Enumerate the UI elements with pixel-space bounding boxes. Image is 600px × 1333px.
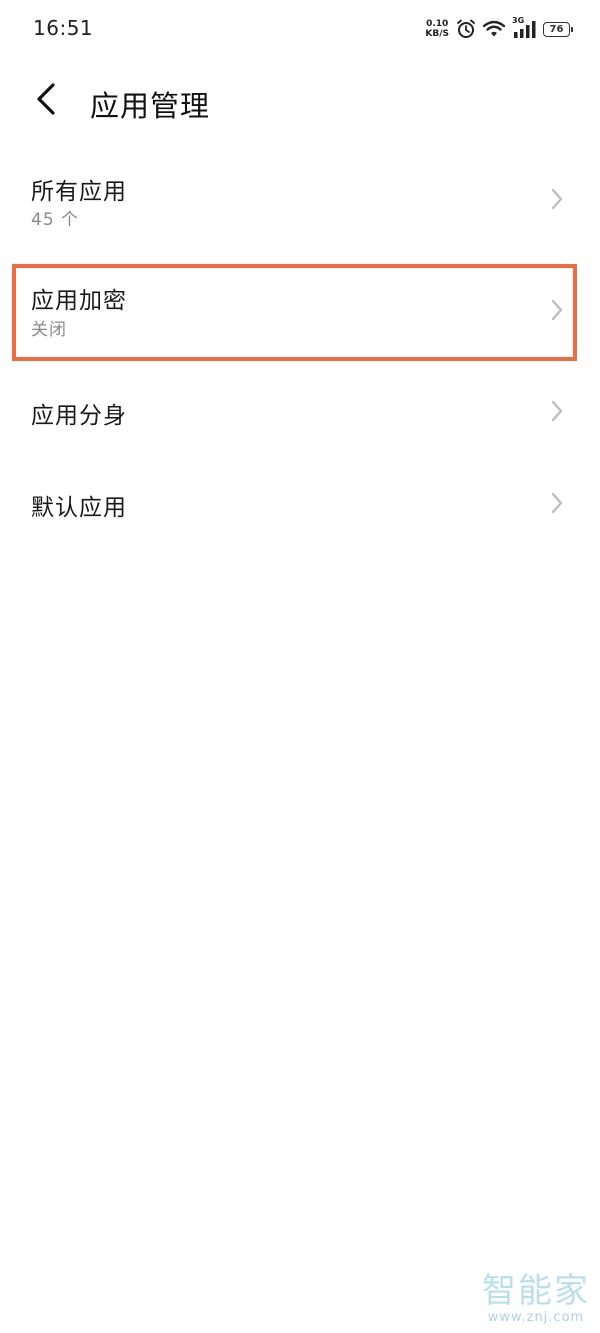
- wifi-icon: [483, 20, 505, 38]
- list-item-default-apps[interactable]: 默认应用: [0, 476, 600, 532]
- chevron-left-icon: [35, 82, 57, 120]
- status-bar: 16:51 0.10 KB/S 3G 76: [0, 0, 600, 58]
- list-item-title: 应用分身: [31, 403, 127, 429]
- chevron-right-icon: [551, 188, 563, 210]
- network-speed-value: 0.10: [426, 19, 449, 29]
- status-time: 16:51: [33, 16, 94, 40]
- watermark-logo: 智能家: [482, 1271, 590, 1311]
- network-speed-unit: KB/S: [425, 29, 449, 39]
- chevron-right-icon: [551, 492, 563, 514]
- list-item-title: 应用加密: [31, 288, 127, 314]
- alarm-icon: [456, 19, 476, 39]
- list-item-app-lock[interactable]: 应用加密 关闭: [0, 268, 600, 358]
- status-icons: 0.10 KB/S 3G 76: [425, 16, 573, 42]
- list-item-title: 默认应用: [31, 495, 127, 521]
- back-button[interactable]: [30, 82, 62, 120]
- chevron-right-icon: [551, 400, 563, 422]
- battery-icon: 76: [543, 21, 573, 37]
- signal-type-label: 3G: [512, 16, 525, 25]
- network-speed: 0.10 KB/S: [425, 19, 449, 39]
- signal-icon: 3G: [512, 16, 536, 39]
- watermark-url: www.znj.com: [487, 1310, 585, 1325]
- app-header: 应用管理: [0, 72, 600, 130]
- chevron-right-icon: [551, 299, 563, 321]
- list-item-subtitle: 关闭: [31, 320, 67, 340]
- list-item-subtitle: 45 个: [31, 210, 80, 230]
- list-item-title: 所有应用: [31, 179, 127, 205]
- watermark: 智能家 www.znj.com: [482, 1272, 590, 1325]
- page-title: 应用管理: [90, 89, 211, 123]
- list-item-all-apps[interactable]: 所有应用 45 个: [0, 160, 600, 242]
- list-item-app-clone[interactable]: 应用分身: [0, 384, 600, 440]
- battery-level: 76: [549, 23, 564, 35]
